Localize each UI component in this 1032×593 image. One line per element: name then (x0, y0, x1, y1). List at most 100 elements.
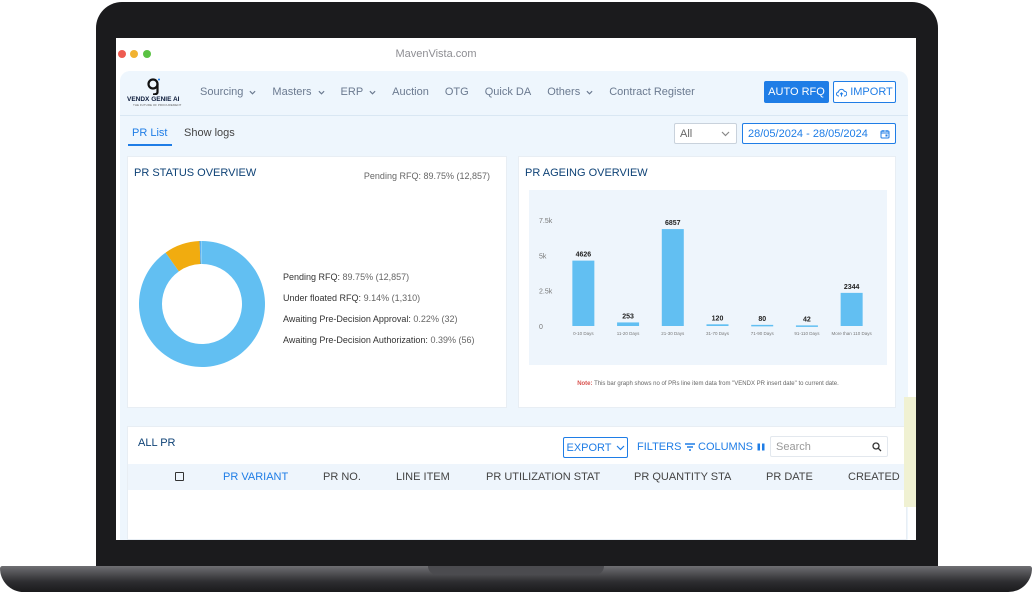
auto-rfq-button[interactable]: AUTO RFQ (764, 81, 829, 103)
pr-ageing-card: PR AGEING OVERVIEW 0 2.5k 5k 7.5k 4626 0-10 D… (518, 156, 896, 408)
y-tick-label: 5k (539, 253, 547, 260)
all-pr-card: ALL PR EXPORT FILTERS COLUMNS Search PR … (127, 426, 908, 540)
url-text: MavenVista.com (395, 48, 477, 60)
col-pr-utilization-status[interactable]: PR UTILIZATION STAT (486, 471, 600, 483)
menu-masters[interactable]: Masters (272, 86, 325, 98)
bar[interactable] (706, 324, 729, 326)
legend-label: Pending RFQ: (283, 272, 341, 282)
chevron-down-icon (616, 445, 624, 450)
tab-show-logs[interactable]: Show logs (184, 127, 235, 139)
menu-label: Sourcing (200, 86, 244, 98)
menu-quick-da[interactable]: Quick DA (485, 86, 531, 98)
pr-status-title: PR STATUS OVERVIEW (134, 167, 257, 179)
ageing-bar-chart: 0 2.5k 5k 7.5k 4626 0-10 Days 253 11-20 Days 685… (539, 218, 872, 336)
logo[interactable]: VENDX GENIE AI THE FUTURE OF PROCUREMENT (127, 78, 182, 110)
menu-label: Quick DA (484, 86, 532, 98)
tab-pr-list[interactable]: PR List (132, 127, 167, 139)
nav-divider (120, 115, 908, 116)
filters-button[interactable]: FILTERS (637, 441, 696, 453)
col-pr-no[interactable]: PR NO. (323, 471, 361, 483)
columns-button[interactable]: COLUMNS (698, 441, 765, 453)
date-range-picker[interactable]: 28/05/2024 - 28/05/2024 (742, 123, 896, 144)
bar[interactable] (572, 260, 595, 326)
vertical-scrollbar[interactable] (904, 397, 916, 507)
bar-value-label: 80 (758, 316, 766, 323)
bar[interactable] (840, 292, 863, 326)
bar-value-label: 42 (803, 316, 811, 323)
browser-bar: MavenVista.com (116, 38, 916, 71)
columns-icon (757, 443, 765, 451)
search-icon (872, 442, 882, 452)
export-label: EXPORT (566, 441, 612, 454)
col-pr-variant[interactable]: PR VARIANT (223, 471, 288, 483)
bar[interactable] (661, 229, 684, 326)
x-tick-label: 91-110 Days (794, 331, 820, 336)
y-tick-label: 7.5k (539, 218, 553, 225)
select-all-checkbox[interactable] (175, 472, 184, 481)
legend-label: Under floated RFQ: (283, 293, 362, 303)
bar-value-label: 6857 (665, 220, 681, 227)
menu-label: Auction (392, 86, 429, 98)
pr-ageing-title: PR AGEING OVERVIEW (525, 167, 648, 179)
date-range-value: 28/05/2024 - 28/05/2024 (748, 128, 868, 140)
search-placeholder: Search (776, 441, 811, 453)
app: VENDX GENIE AI THE FUTURE OF PROCUREMENT… (120, 71, 908, 540)
chevron-down-icon (318, 90, 325, 95)
search-input[interactable]: Search (770, 436, 888, 457)
menu-others[interactable]: Others (547, 86, 593, 98)
x-tick-label: 31-70 Days (706, 331, 730, 336)
x-tick-label: 21-30 Days (661, 331, 685, 336)
bar[interactable] (617, 322, 640, 326)
menu-contract-register[interactable]: Contract Register (609, 86, 695, 98)
menu-label: ERP (340, 86, 364, 98)
x-tick-label: 0-10 Days (573, 331, 594, 336)
legend-value: 89.75% (12,857) (342, 272, 410, 282)
columns-label: COLUMNS (698, 441, 754, 453)
bar-value-label: 4626 (576, 252, 592, 259)
menu-auction[interactable]: Auction (392, 86, 429, 98)
calendar-icon (880, 130, 890, 139)
chart-note: Note: This bar graph shows no of PRs lin… (519, 381, 897, 387)
legend-value: 0.39% (56) (430, 335, 475, 345)
status-select-value: All (680, 128, 693, 140)
main-menu: Sourcing Masters ERP Auction OTG Quick D… (200, 86, 711, 98)
laptop-notch (428, 566, 604, 575)
import-label: IMPORT (850, 86, 893, 98)
menu-otg[interactable]: OTG (445, 86, 469, 98)
active-tab-indicator (128, 144, 172, 146)
import-button[interactable]: IMPORT (833, 81, 896, 103)
bar-value-label: 253 (622, 313, 634, 320)
col-pr-date[interactable]: PR DATE (766, 471, 813, 483)
legend-awaiting-authorization: Awaiting Pre-Decision Authorization: 0.3… (283, 335, 474, 345)
status-select[interactable]: All (674, 123, 737, 144)
pr-status-card: PR STATUS OVERVIEW Pending RFQ: 89.75% (… (127, 156, 507, 408)
y-tick-label: 0 (539, 324, 543, 331)
export-button[interactable]: EXPORT (563, 437, 628, 458)
legend-label: Awaiting Pre-Decision Authorization: (283, 335, 428, 345)
menu-erp[interactable]: ERP (341, 86, 377, 98)
ageing-chart-area: 0 2.5k 5k 7.5k 4626 0-10 Days 253 11-20 Days 685… (529, 190, 887, 365)
filter-icon (685, 443, 696, 451)
menu-label: Contract Register (609, 86, 695, 98)
status-donut-chart[interactable] (138, 240, 266, 368)
menu-label: OTG (444, 86, 469, 98)
bar[interactable] (751, 324, 774, 327)
menu-sourcing[interactable]: Sourcing (200, 86, 256, 98)
pending-rfq-summary: Pending RFQ: 89.75% (12,857) (363, 171, 490, 181)
status-legend: Pending RFQ: 89.75% (12,857) Under float… (283, 272, 474, 356)
top-nav: VENDX GENIE AI THE FUTURE OF PROCUREMENT… (120, 71, 908, 115)
chart-note-text: This bar graph shows no of PRs line item… (594, 381, 839, 387)
bar-value-label: 2344 (844, 284, 860, 291)
logo-tagline: THE FUTURE OF PROCUREMENT (133, 103, 182, 107)
x-tick-label: 11-20 Days (617, 331, 640, 336)
bar[interactable] (795, 325, 818, 327)
bar-value-label: 120 (712, 315, 724, 322)
col-pr-quantity-status[interactable]: PR QUANTITY STA (634, 471, 731, 483)
y-tick-label: 2.5k (539, 289, 553, 296)
chevron-down-icon (369, 90, 376, 95)
col-line-item[interactable]: LINE ITEM (396, 471, 450, 483)
chevron-down-icon (586, 90, 593, 95)
legend-label: Awaiting Pre-Decision Approval: (283, 314, 411, 324)
col-created[interactable]: CREATED (848, 471, 900, 483)
legend-awaiting-approval: Awaiting Pre-Decision Approval: 0.22% (3… (283, 314, 474, 324)
